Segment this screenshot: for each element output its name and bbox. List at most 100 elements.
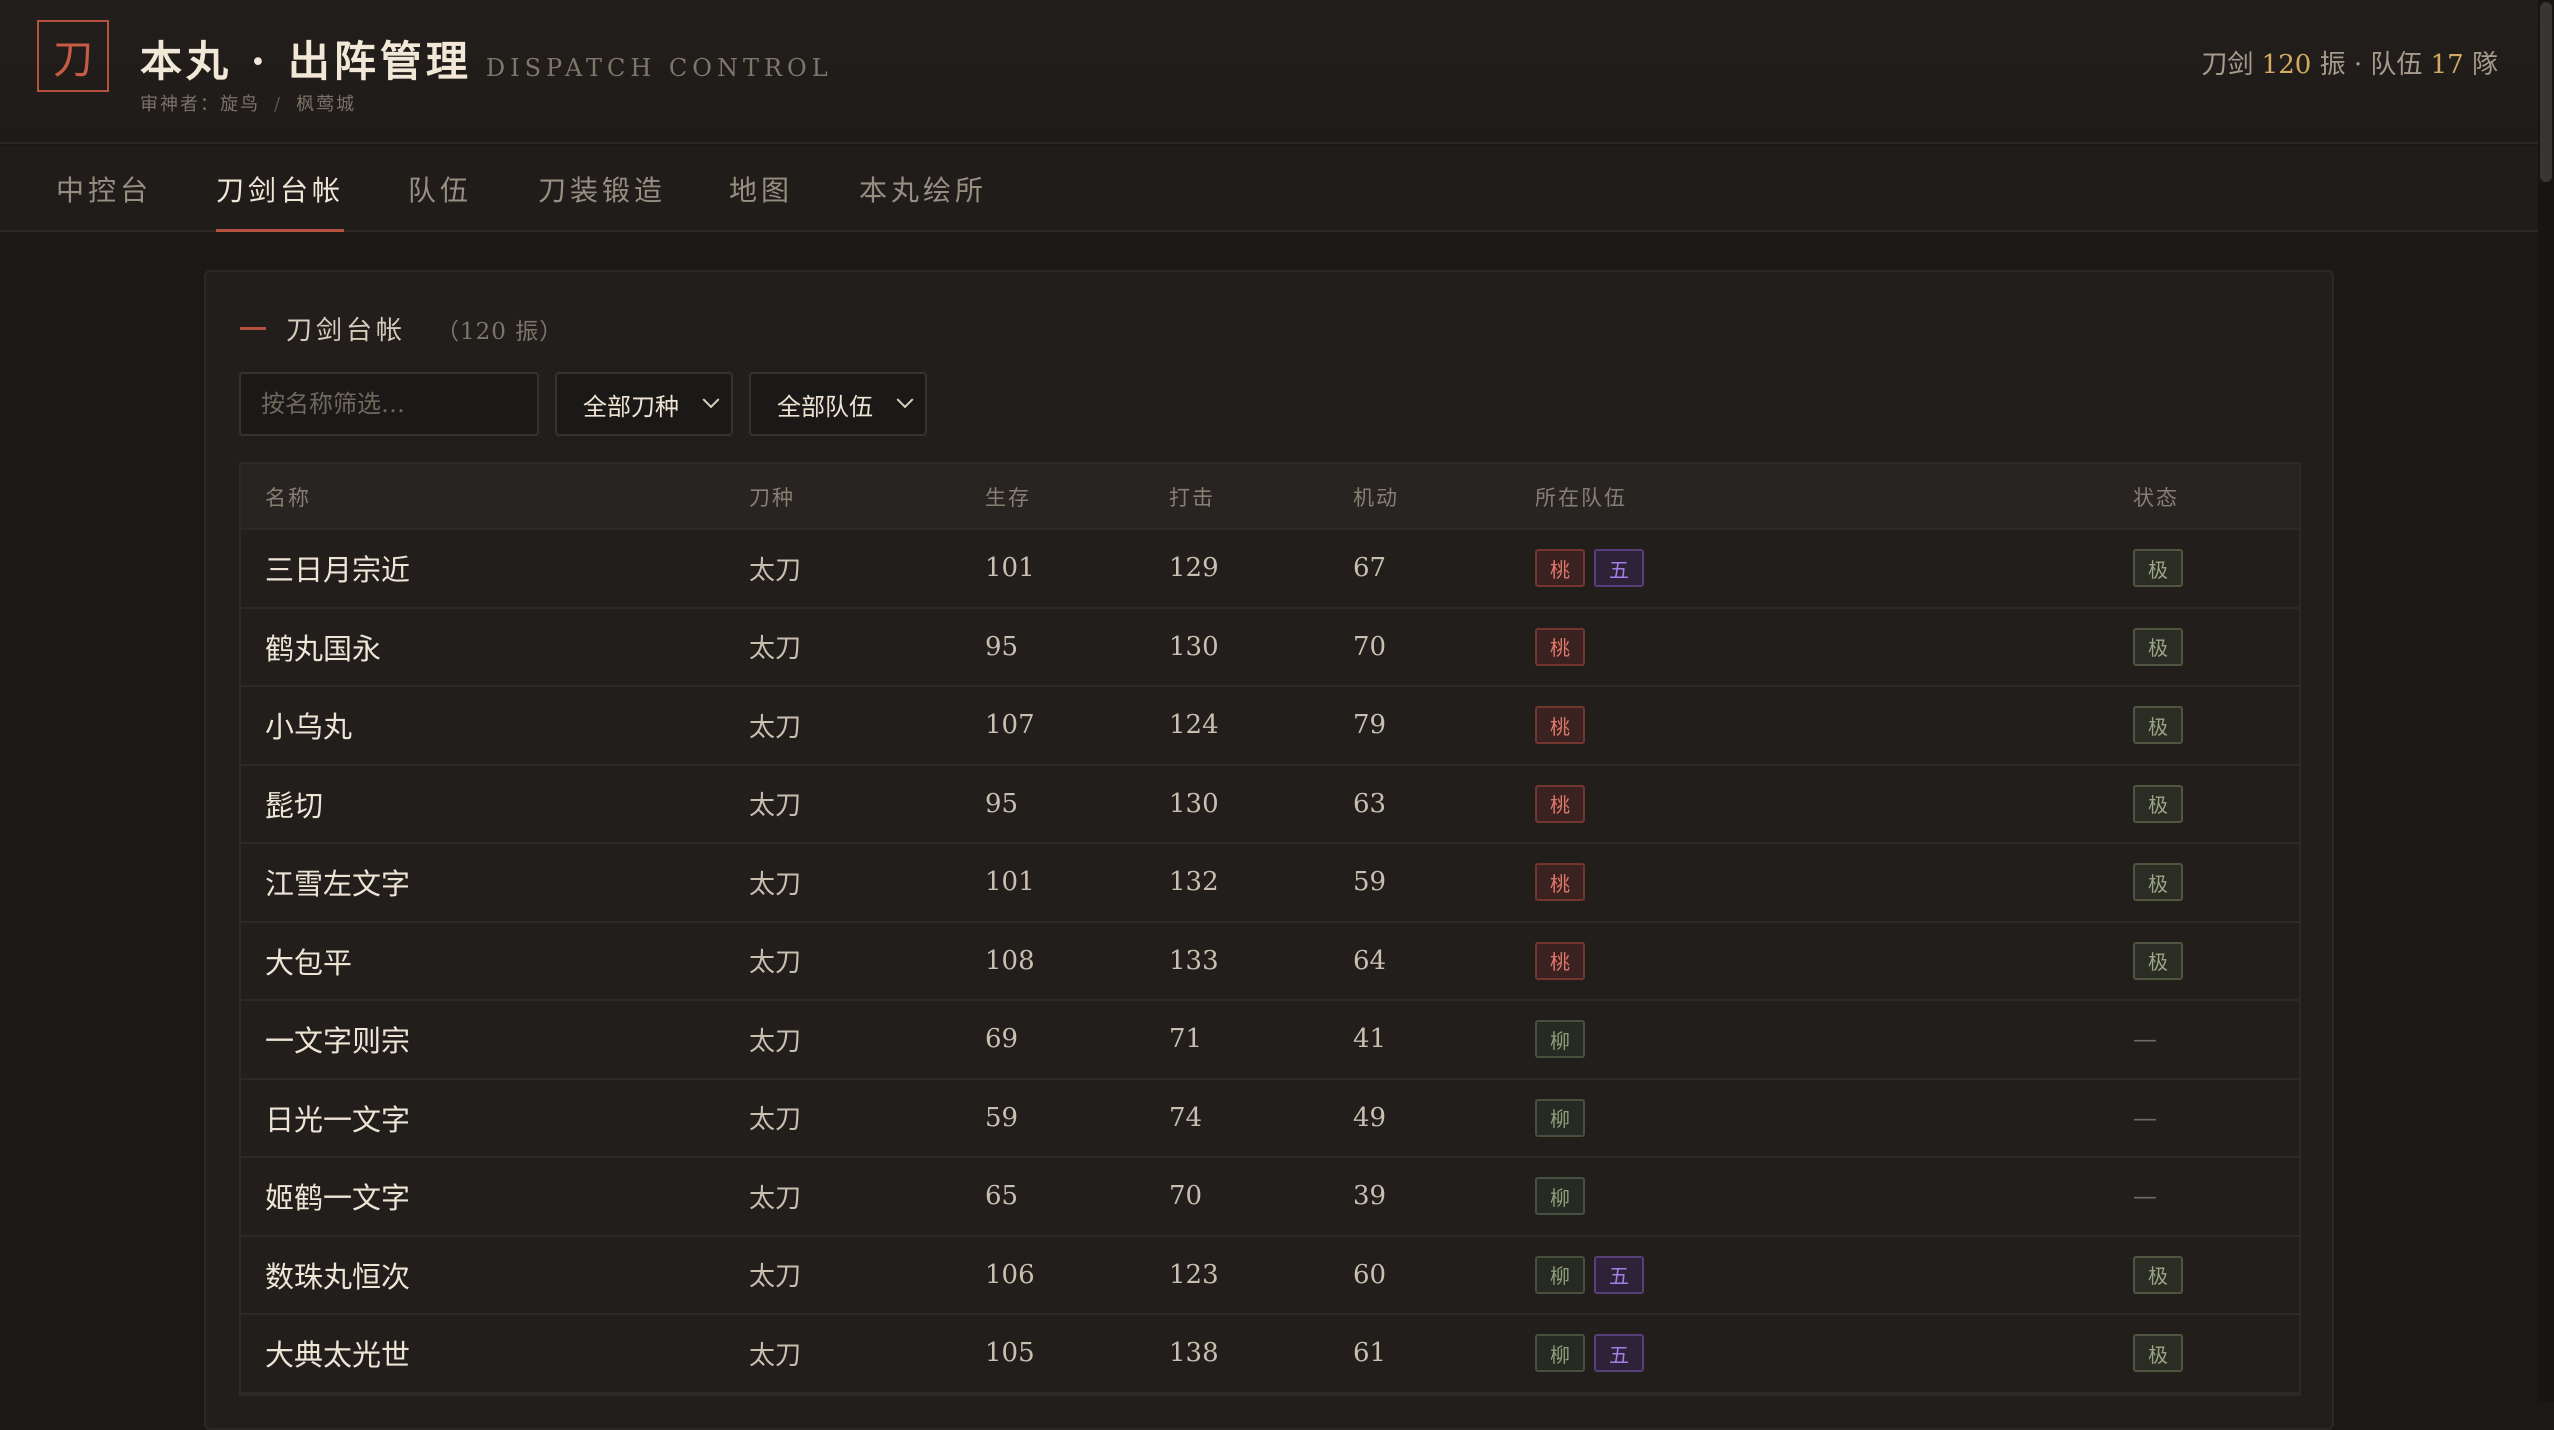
sword-name-cell[interactable]: 姬鹤一文字 bbox=[265, 1158, 410, 1234]
sword-name-cell[interactable]: 大典太光世 bbox=[265, 1315, 410, 1391]
team-badge-peach[interactable]: 桃 bbox=[1535, 941, 1585, 980]
column-header-team[interactable]: 所在队伍 bbox=[1535, 464, 1627, 530]
name-filter-input[interactable] bbox=[239, 372, 539, 436]
attack-cell: 132 bbox=[1169, 867, 1219, 897]
status-cell: 极 bbox=[2133, 530, 2192, 606]
table-row[interactable]: 大典太光世 太刀 105 138 61 柳五 极 bbox=[241, 1315, 2299, 1394]
table-row[interactable]: 大包平 太刀 108 133 64 桃 极 bbox=[241, 923, 2299, 1001]
table-row[interactable]: 江雪左文字 太刀 101 132 59 桃 极 bbox=[241, 844, 2299, 923]
team-badge-peach[interactable]: 桃 bbox=[1535, 549, 1585, 587]
table-row[interactable]: 鹤丸国永 太刀 95 130 70 桃 极 bbox=[241, 609, 2299, 687]
table-row[interactable]: 髭切 太刀 95 130 63 桃 极 bbox=[241, 766, 2299, 844]
sword-name-cell[interactable]: 三日月宗近 bbox=[265, 530, 410, 606]
table-row[interactable]: 日光一文字 太刀 59 74 49 柳 — bbox=[241, 1080, 2299, 1158]
team-badge-five[interactable]: 五 bbox=[1594, 1255, 1644, 1294]
sword-type-cell: 太刀 bbox=[749, 1340, 802, 1371]
page-title-group: 本丸 · 出阵管理 DISPATCH CONTROL bbox=[140, 28, 833, 89]
sword-type-cell: 太刀 bbox=[749, 1026, 802, 1057]
team-badge-peach[interactable]: 桃 bbox=[1535, 784, 1585, 823]
tab-map[interactable]: 地图 bbox=[729, 146, 793, 232]
status-cell: — bbox=[2133, 1158, 2157, 1234]
tab-equipment-forge[interactable]: 刀装锻造 bbox=[538, 146, 666, 232]
hp-cell: 101 bbox=[985, 867, 1035, 897]
hp-cell: 65 bbox=[985, 1181, 1019, 1211]
team-cell: 桃 bbox=[1535, 609, 1594, 685]
main-nav: 中控台 刀剑台帐 队伍 刀装锻造 地图 本丸绘所 bbox=[0, 146, 2538, 232]
team-cell: 桃 bbox=[1535, 923, 1594, 999]
column-header-attack[interactable]: 打击 bbox=[1169, 464, 1215, 530]
tab-dashboard[interactable]: 中控台 bbox=[56, 146, 152, 232]
page-scrollbar[interactable] bbox=[2538, 0, 2554, 1402]
sword-name-cell[interactable]: 鹤丸国永 bbox=[265, 609, 381, 685]
attack-cell: 124 bbox=[1169, 710, 1219, 740]
sword-type-cell: 太刀 bbox=[749, 791, 802, 821]
status-empty: — bbox=[2133, 1103, 2157, 1132]
sword-type-select[interactable]: 全部刀种 bbox=[555, 372, 733, 436]
status-cell: 极 bbox=[2133, 687, 2192, 763]
sword-type-cell: 太刀 bbox=[749, 1105, 802, 1135]
team-cell: 柳五 bbox=[1535, 1315, 1653, 1391]
team-badge-peach[interactable]: 桃 bbox=[1535, 863, 1585, 901]
sword-name-cell[interactable]: 髭切 bbox=[265, 766, 323, 842]
column-header-status[interactable]: 状态 bbox=[2133, 464, 2179, 530]
team-badge-willow[interactable]: 柳 bbox=[1535, 1255, 1585, 1294]
swords-count: 120 bbox=[2261, 50, 2312, 80]
sword-name-cell[interactable]: 日光一文字 bbox=[265, 1080, 410, 1156]
team-badge-willow[interactable]: 柳 bbox=[1535, 1334, 1585, 1372]
status-badge: 极 bbox=[2133, 941, 2183, 980]
hp-cell: 101 bbox=[985, 553, 1035, 583]
team-badge-willow[interactable]: 柳 bbox=[1535, 1177, 1585, 1215]
hp-cell: 105 bbox=[985, 1338, 1035, 1368]
sword-table: 名称 刀种 生存 打击 机动 所在队伍 状态 三日月宗近 太刀 101 129 67 桃五… bbox=[239, 462, 2301, 1396]
sword-type-cell: 太刀 bbox=[749, 634, 802, 664]
scrollbar-thumb[interactable] bbox=[2540, 2, 2552, 182]
sword-type-cell: 太刀 bbox=[749, 948, 802, 978]
column-header-hp[interactable]: 生存 bbox=[985, 464, 1031, 530]
attack-cell: 129 bbox=[1169, 553, 1219, 583]
status-cell: 极 bbox=[2133, 923, 2192, 999]
team-badge-willow[interactable]: 柳 bbox=[1535, 1020, 1585, 1058]
status-cell: 极 bbox=[2133, 766, 2192, 842]
mobility-cell: 64 bbox=[1353, 945, 1387, 976]
page-title: 本丸 · 出阵管理 bbox=[140, 37, 472, 86]
team-badge-willow[interactable]: 柳 bbox=[1535, 1098, 1585, 1137]
sword-name-cell[interactable]: 大包平 bbox=[265, 923, 352, 999]
table-row[interactable]: 数珠丸恒次 太刀 106 123 60 柳五 极 bbox=[241, 1237, 2299, 1315]
sword-name-cell[interactable]: 一文字则宗 bbox=[265, 1001, 410, 1077]
summary-counts: 刀剑 120 振 · 队伍 17 隊 bbox=[2201, 44, 2498, 81]
table-row[interactable]: 一文字则宗 太刀 69 71 41 柳 — bbox=[241, 1001, 2299, 1080]
column-header-type[interactable]: 刀种 bbox=[749, 464, 795, 530]
attack-cell: 130 bbox=[1169, 788, 1219, 819]
team-cell: 柳 bbox=[1535, 1158, 1594, 1234]
sword-type-cell: 太刀 bbox=[749, 712, 802, 743]
team-badge-five[interactable]: 五 bbox=[1594, 549, 1644, 587]
tab-gallery[interactable]: 本丸绘所 bbox=[859, 146, 987, 232]
team-select[interactable]: 全部队伍 bbox=[749, 372, 927, 436]
mobility-cell: 67 bbox=[1353, 553, 1387, 583]
table-row[interactable]: 小乌丸 太刀 107 124 79 桃 极 bbox=[241, 687, 2299, 766]
status-badge: 极 bbox=[2133, 784, 2183, 823]
mobility-cell: 60 bbox=[1353, 1259, 1387, 1290]
mobility-cell: 70 bbox=[1353, 631, 1387, 662]
table-row[interactable]: 三日月宗近 太刀 101 129 67 桃五 极 bbox=[241, 530, 2299, 609]
sword-ledger-panel: 刀剑台帐 （120 振） 全部刀种 全部队伍 名称 刀种 生存 打击 机动 所在… bbox=[204, 270, 2334, 1430]
attack-cell: 138 bbox=[1169, 1338, 1219, 1368]
team-badge-five[interactable]: 五 bbox=[1594, 1334, 1644, 1372]
status-badge: 极 bbox=[2133, 706, 2183, 744]
column-header-mobility[interactable]: 机动 bbox=[1353, 464, 1399, 530]
column-header-name[interactable]: 名称 bbox=[265, 464, 311, 530]
team-badge-peach[interactable]: 桃 bbox=[1535, 627, 1585, 666]
hp-cell: 108 bbox=[985, 945, 1035, 976]
tab-sword-ledger[interactable]: 刀剑台帐 bbox=[216, 146, 345, 232]
mobility-cell: 49 bbox=[1353, 1102, 1387, 1133]
status-badge: 极 bbox=[2133, 627, 2183, 666]
sword-name-cell[interactable]: 江雪左文字 bbox=[265, 844, 410, 920]
sword-name-cell[interactable]: 数珠丸恒次 bbox=[265, 1237, 410, 1313]
table-row[interactable]: 姬鹤一文字 太刀 65 70 39 柳 — bbox=[241, 1158, 2299, 1237]
team-badge-peach[interactable]: 桃 bbox=[1535, 706, 1585, 744]
attack-cell: 133 bbox=[1169, 945, 1219, 976]
sword-name-cell[interactable]: 小乌丸 bbox=[265, 687, 352, 763]
app-header: 刀 本丸 · 出阵管理 DISPATCH CONTROL 审神者：旋鸟 / 枫莺城 刀… bbox=[0, 0, 2538, 144]
tab-teams[interactable]: 队伍 bbox=[408, 146, 472, 232]
mobility-cell: 63 bbox=[1353, 788, 1387, 819]
